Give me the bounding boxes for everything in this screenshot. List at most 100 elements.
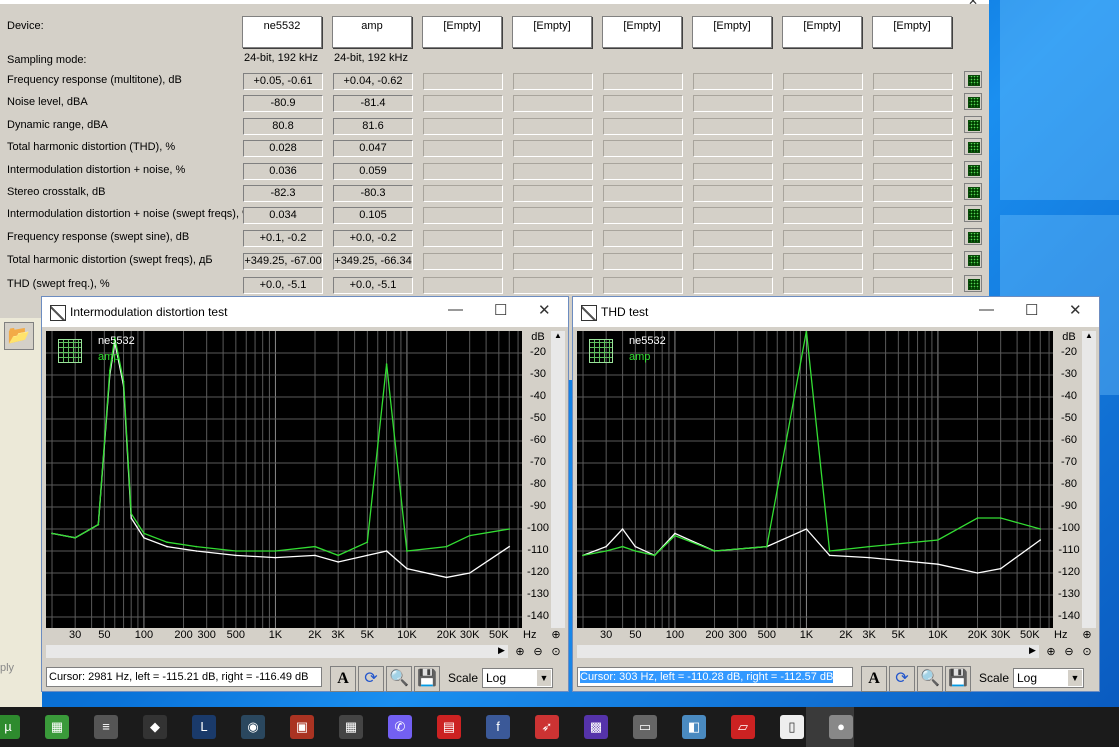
- x-tick-label: 500: [757, 629, 777, 641]
- steam-icon[interactable]: ◉: [241, 715, 265, 739]
- empty-cell: [693, 73, 773, 90]
- x-tick-label: 500: [226, 629, 246, 641]
- fox-icon[interactable]: ◆: [143, 715, 167, 739]
- zoom-fit-icon[interactable]: ⊙: [1079, 645, 1095, 659]
- league-icon[interactable]: L: [192, 715, 216, 739]
- thd-plot[interactable]: ne5532 amp: [577, 331, 1053, 628]
- scroll-up-icon[interactable]: ▲: [551, 331, 565, 345]
- device-column-header[interactable]: [Empty]: [692, 16, 772, 48]
- zoom-out-icon[interactable]: ⊖: [530, 645, 546, 659]
- scale-select[interactable]: Log ▼: [1013, 668, 1084, 688]
- zoom-in-icon[interactable]: ⊕: [512, 645, 528, 659]
- device-label: Device:: [7, 20, 44, 32]
- empty-cell: [603, 73, 683, 90]
- monitor-icon[interactable]: ▭: [633, 715, 657, 739]
- font-icon[interactable]: A: [330, 666, 356, 692]
- red-app-icon[interactable]: ▣: [290, 715, 314, 739]
- imd-test-window: Intermodulation distortion test — ☐ ✕ ne…: [41, 296, 569, 692]
- scroll-up-icon[interactable]: ▲: [1082, 331, 1096, 345]
- device-column-header[interactable]: [Empty]: [872, 16, 952, 48]
- red-bird-icon[interactable]: ➶: [535, 715, 559, 739]
- viber-icon[interactable]: ✆: [388, 715, 412, 739]
- scroll-right-icon[interactable]: ▶: [495, 645, 508, 658]
- y-tick-label: -130: [1057, 588, 1081, 600]
- maximize-button[interactable]: ☐: [494, 301, 507, 319]
- purple-cpu-icon[interactable]: ▩: [584, 715, 608, 739]
- device-column-header[interactable]: [Empty]: [602, 16, 682, 48]
- chevron-down-icon[interactable]: ▼: [537, 670, 551, 686]
- zoom-tool-icon[interactable]: 🔍: [386, 666, 412, 692]
- data-point-ne5532: [634, 545, 637, 548]
- show-graph-icon[interactable]: [964, 275, 982, 292]
- empty-cell: [423, 140, 503, 157]
- notes-icon[interactable]: ◧: [682, 715, 706, 739]
- calculator-icon[interactable]: ▦: [339, 715, 363, 739]
- show-graph-icon[interactable]: [964, 205, 982, 222]
- chevron-down-icon[interactable]: ▼: [1068, 670, 1082, 686]
- refresh-icon[interactable]: ⟳: [358, 666, 384, 692]
- legend-amp: amp: [629, 351, 651, 363]
- zoom-fit-icon[interactable]: ⊙: [548, 645, 564, 659]
- font-icon[interactable]: A: [861, 666, 887, 692]
- imd-plot[interactable]: ne5532 amp: [46, 331, 522, 628]
- x-tick-label: 3K: [331, 629, 345, 641]
- zoom-tool-icon[interactable]: 🔍: [917, 666, 943, 692]
- orb-icon[interactable]: ●: [829, 715, 853, 739]
- document-icon[interactable]: ▯: [780, 715, 804, 739]
- imd-x-axis: 30 50 100 200 300 500 1K 2K 3K 5K 10K 20K 30K 50K: [46, 629, 522, 643]
- save-icon[interactable]: 💾: [945, 666, 971, 692]
- cpu-z-icon[interactable]: ▱: [731, 715, 755, 739]
- refresh-icon[interactable]: ⟳: [889, 666, 915, 692]
- show-graph-icon[interactable]: [964, 93, 982, 110]
- hz-label: Hz: [1054, 629, 1068, 641]
- open-folder-icon[interactable]: 📂: [4, 322, 34, 350]
- show-graph-icon[interactable]: [964, 116, 982, 133]
- show-graph-icon[interactable]: [964, 183, 982, 200]
- y-tick-label: -140: [526, 610, 550, 622]
- imd-vertical-scrollbar[interactable]: ▲: [551, 331, 565, 628]
- grid-toggle-icon[interactable]: [58, 339, 82, 363]
- empty-cell: [603, 95, 683, 112]
- zoom-in-icon[interactable]: ⊕: [1043, 645, 1059, 659]
- device-column-header[interactable]: ne5532: [242, 16, 322, 48]
- facebook-icon[interactable]: f: [486, 715, 510, 739]
- show-graph-icon[interactable]: [964, 71, 982, 88]
- imd-horizontal-scrollbar[interactable]: ▶: [46, 645, 508, 658]
- device-column-header[interactable]: amp: [332, 16, 412, 48]
- maximize-button[interactable]: ☐: [1025, 301, 1038, 319]
- result-row-label: Dynamic range, dBA: [7, 119, 108, 131]
- data-point-amp: [713, 550, 716, 552]
- minimize-button[interactable]: —: [448, 301, 463, 318]
- thd-vertical-scrollbar[interactable]: ▲: [1082, 331, 1096, 628]
- close-button[interactable]: ✕: [1069, 301, 1082, 319]
- show-graph-icon[interactable]: [964, 228, 982, 245]
- stats-icon[interactable]: ▤: [437, 715, 461, 739]
- green-app-icon[interactable]: ▦: [45, 715, 69, 739]
- empty-cell: [783, 95, 863, 112]
- results-close-button[interactable]: ✕: [968, 0, 978, 8]
- scroll-right-icon[interactable]: ▶: [1026, 645, 1039, 658]
- data-point-ne5532: [999, 567, 1002, 570]
- device-column-header[interactable]: [Empty]: [422, 16, 502, 48]
- apply-button[interactable]: ply: [0, 658, 40, 678]
- device-column-header[interactable]: [Empty]: [512, 16, 592, 48]
- data-point-ne5532: [674, 532, 676, 535]
- close-button[interactable]: ✕: [538, 301, 551, 319]
- y-tick-label: -30: [1061, 368, 1077, 380]
- empty-cell: [513, 207, 593, 224]
- show-graph-icon[interactable]: [964, 161, 982, 178]
- save-icon[interactable]: 💾: [414, 666, 440, 692]
- show-graph-icon[interactable]: [964, 138, 982, 155]
- minimize-button[interactable]: —: [979, 301, 994, 318]
- equalizer-icon[interactable]: ≡: [94, 715, 118, 739]
- device-column-header[interactable]: [Empty]: [782, 16, 862, 48]
- empty-cell: [873, 118, 953, 135]
- zoom-vertical-icon[interactable]: ⊕: [548, 628, 564, 642]
- show-graph-icon[interactable]: [964, 251, 982, 268]
- thd-horizontal-scrollbar[interactable]: ▶: [577, 645, 1039, 658]
- utorrent-icon[interactable]: µ: [0, 715, 20, 739]
- zoom-out-icon[interactable]: ⊖: [1061, 645, 1077, 659]
- scale-select[interactable]: Log ▼: [482, 668, 553, 688]
- grid-toggle-icon[interactable]: [589, 339, 613, 363]
- zoom-vertical-icon[interactable]: ⊕: [1079, 628, 1095, 642]
